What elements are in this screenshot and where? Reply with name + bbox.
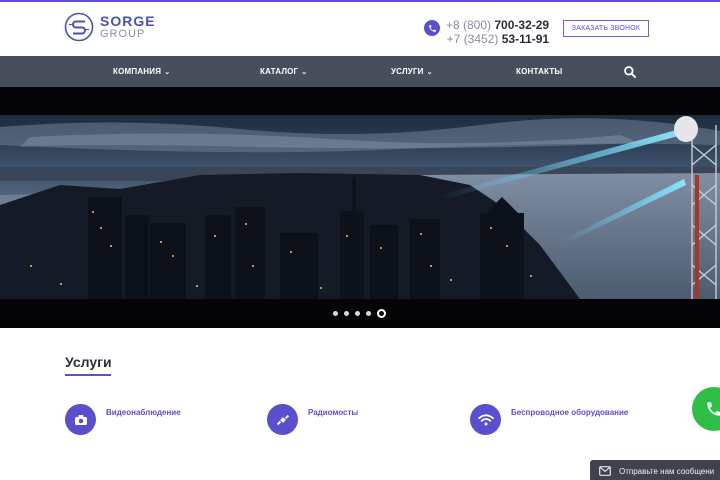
service-label: Видеонаблюдение (106, 408, 181, 417)
site-header: SORGE GROUP +8 (800) 700-32-29 +7 (3452)… (0, 2, 720, 56)
slider-dots (333, 309, 386, 318)
services-heading-underline (65, 374, 111, 376)
phone-1-prefix: +8 (800) (446, 18, 492, 32)
phone-contacts: +8 (800) 700-32-29 +7 (3452) 53-11-91 (424, 18, 549, 46)
camera-icon (65, 404, 96, 435)
nav-item-label: КОНТАКТЫ (516, 67, 563, 76)
slider-dot-active[interactable] (377, 309, 386, 318)
hero-city-image (0, 115, 720, 299)
phone-2-prefix: +7 (3452) (446, 32, 499, 46)
message-icon (599, 466, 611, 476)
chat-widget[interactable]: Отправьте нам сообщени (590, 460, 720, 480)
logo-name: SORGE (100, 13, 156, 29)
nav-item-label: УСЛУГИ (391, 67, 424, 76)
phone-1-number: 700-32-29 (494, 18, 550, 32)
callback-button[interactable]: ЗАКАЗАТЬ ЗВОНОК (563, 20, 649, 37)
whatsapp-phone-icon (707, 402, 720, 416)
slider-dot[interactable] (355, 311, 360, 316)
logo[interactable]: SORGE GROUP (64, 12, 156, 42)
nav-item-catalog[interactable]: КАТАЛОГ ⌄ (260, 56, 307, 87)
whatsapp-button[interactable] (692, 387, 720, 431)
service-item-wireless[interactable]: Беспроводное оборудование (470, 404, 628, 435)
logo-mark-icon (64, 12, 94, 42)
nav-item-contacts[interactable]: КОНТАКТЫ (516, 56, 562, 87)
nav-item-services[interactable]: УСЛУГИ ⌄ (391, 56, 433, 87)
service-label: Радиомосты (308, 408, 359, 417)
nav-item-company[interactable]: КОМПАНИЯ ⌄ (113, 56, 170, 87)
slider-dot[interactable] (344, 311, 349, 316)
satellite-icon (267, 404, 298, 435)
nav-item-label: КОМПАНИЯ (113, 67, 162, 76)
services-heading: Услуги (65, 354, 112, 370)
chevron-down-icon: ⌄ (426, 68, 433, 76)
chevron-down-icon: ⌄ (164, 68, 171, 76)
chevron-down-icon: ⌄ (301, 68, 308, 76)
slider-dot[interactable] (333, 311, 338, 316)
wifi-icon (470, 404, 501, 435)
chat-label: Отправьте нам сообщени (619, 466, 715, 476)
phone-icon (424, 20, 440, 36)
slider-dot[interactable] (366, 311, 371, 316)
nav-item-label: КАТАЛОГ (260, 67, 299, 76)
phone-2-number: 53-11-91 (501, 32, 550, 46)
service-item-video[interactable]: Видеонаблюдение (65, 404, 181, 435)
logo-text: SORGE GROUP (100, 14, 156, 40)
main-nav: КОМПАНИЯ ⌄ КАТАЛОГ ⌄ УСЛУГИ ⌄ КОНТАКТЫ (0, 56, 720, 87)
phone-line-2[interactable]: +7 (3452) 53-11-91 (446, 32, 549, 46)
hero-slider (0, 87, 720, 328)
phone-line-1[interactable]: +8 (800) 700-32-29 (446, 18, 549, 32)
phone-lines: +8 (800) 700-32-29 +7 (3452) 53-11-91 (446, 18, 549, 46)
search-icon[interactable] (623, 65, 637, 79)
service-item-radio-bridges[interactable]: Радиомосты (267, 404, 358, 435)
logo-sub: GROUP (100, 28, 146, 40)
service-label: Беспроводное оборудование (511, 408, 629, 417)
